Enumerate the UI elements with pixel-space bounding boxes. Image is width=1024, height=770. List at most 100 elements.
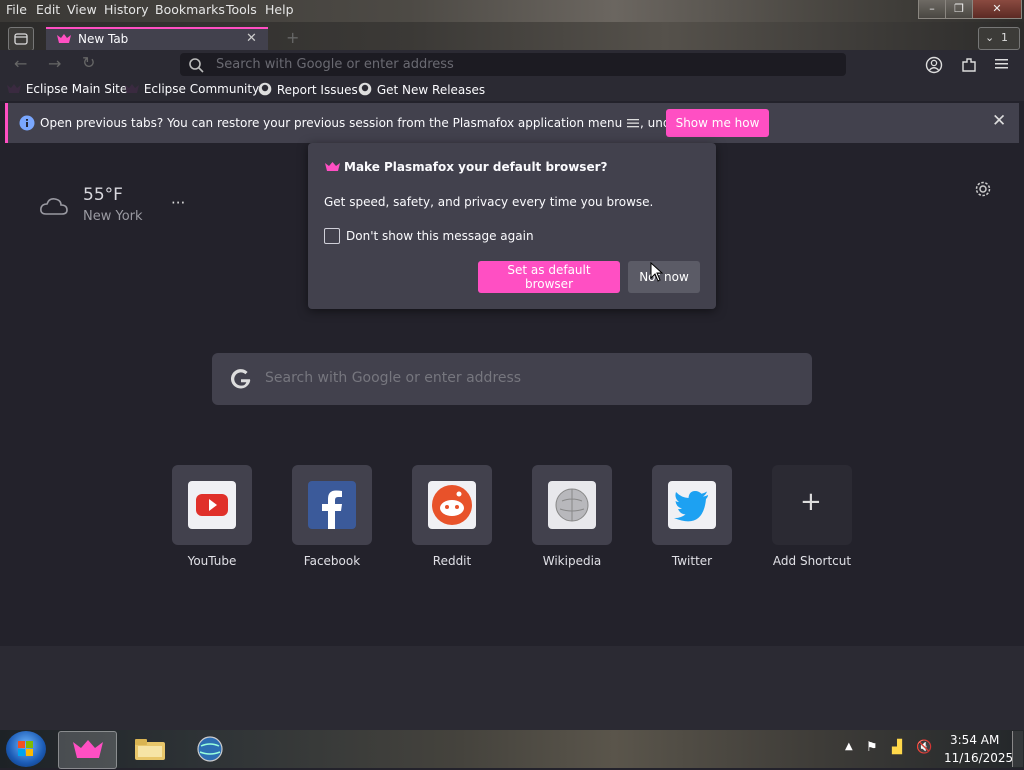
bookmark-label: Eclipse Community [143,82,260,96]
clock-time[interactable]: 3:54 AM [950,733,999,747]
menu-help[interactable]: Help [265,2,294,17]
firefox-view-icon [14,33,28,45]
wikipedia-icon [548,481,596,529]
google-search-box[interactable]: Search with Google or enter address [212,353,812,405]
volume-muted-icon[interactable]: 🔇 [916,740,932,755]
twitter-icon [668,481,716,529]
tab-count: 1 [1001,31,1008,44]
plasmafox-tab-icon [57,34,71,43]
gear-icon[interactable] [974,180,992,198]
globe-icon [197,736,223,762]
hamburger-menu-icon[interactable] [994,57,1010,71]
tab-close-icon[interactable]: ✕ [246,31,257,46]
mouse-cursor-icon [650,262,664,282]
bookmark-label: Get New Releases [376,83,486,97]
bookmark-label: Eclipse Main Site [25,82,128,96]
shortcut-youtube[interactable] [172,465,252,545]
network-alert-icon[interactable]: ▟ [892,740,902,755]
notification-text: Open previous tabs? You can restore your… [40,116,731,130]
shortcut-wikipedia[interactable] [532,465,612,545]
shortcut-reddit[interactable] [412,465,492,545]
bookmark-eclipse-community[interactable]: Eclipse Community [124,82,259,96]
taskbar-plasmafox[interactable] [58,731,117,769]
menu-file[interactable]: File [6,2,27,17]
menu-bookmarks[interactable]: Bookmarks [155,2,225,17]
shortcut-label-twitter: Twitter [671,554,713,568]
forward-icon[interactable]: → [48,54,61,73]
tray-expand-icon[interactable]: ▲ [845,741,853,752]
tab-new-tab[interactable]: New Tab ✕ [46,27,268,50]
shortcut-label-wikipedia: Wikipedia [542,554,602,568]
list-all-tabs-button[interactable]: ⌄ 1 [978,27,1020,50]
url-bar[interactable]: Search with Google or enter address [180,53,846,76]
cloud-icon [40,198,68,215]
menu-view[interactable]: View [67,2,97,17]
menu-history[interactable]: History [104,2,148,17]
menu-tools[interactable]: Tools [226,2,257,17]
weather-location: New York [83,209,143,224]
plasmafox-taskbar-icon [73,740,103,758]
reddit-icon [428,481,476,529]
bookmark-eclipse-main-site[interactable]: Eclipse Main Site [6,82,127,96]
taskbar-file-explorer[interactable] [128,731,172,767]
close-notification-icon[interactable]: ✕ [992,111,1006,131]
folder-icon [135,739,165,760]
shortcut-label-add: Add Shortcut [772,554,852,568]
firefox-view-button[interactable] [8,27,34,51]
action-center-alert-icon[interactable]: ⚑ [866,740,878,755]
extensions-icon[interactable] [960,56,978,74]
clock-date[interactable]: 11/16/2025 [944,751,1013,765]
search-icon [189,58,204,73]
show-me-how-button[interactable]: Show me how [666,109,769,137]
search-placeholder: Search with Google or enter address [265,370,522,386]
add-shortcut-button[interactable]: + [772,465,852,545]
bookmark-label: Report Issues [276,83,358,97]
shortcut-label-reddit: Reddit [432,554,472,568]
start-button[interactable] [6,731,46,767]
plus-icon: + [800,487,822,517]
taskbar-network-app[interactable] [190,731,232,767]
google-logo-icon [230,369,251,389]
show-desktop-button[interactable] [1012,731,1023,767]
url-bar-placeholder: Search with Google or enter address [216,57,454,72]
windows-logo-icon [18,741,33,756]
bookmark-report-issues[interactable]: Report Issues [258,82,358,97]
shortcut-label-youtube: YouTube [187,554,237,568]
bookmark-favicon-icon [125,84,139,93]
reload-icon[interactable]: ↻ [82,53,95,72]
not-now-button[interactable]: Not now [628,261,700,293]
shortcut-facebook[interactable] [292,465,372,545]
youtube-icon [188,481,236,529]
info-icon [19,115,35,131]
bookmark-get-new-releases[interactable]: Get New Releases [358,82,485,97]
github-icon [258,82,272,96]
notification-text-main: Open previous tabs? You can restore your… [40,116,623,130]
session-restore-notification: Open previous tabs? You can restore your… [5,103,1019,143]
account-icon[interactable] [925,56,943,74]
weather-temperature: 55°F [83,185,123,205]
shortcut-twitter[interactable] [652,465,732,545]
chevron-down-icon: ⌄ [985,31,995,44]
dont-show-checkbox-label[interactable]: Don't show this message again [346,229,534,243]
restore-button[interactable]: ❐ [945,0,973,19]
close-window-button[interactable]: ✕ [972,0,1022,19]
shortcut-label-facebook: Facebook [303,554,361,568]
minimize-button[interactable]: – [918,0,946,19]
github-icon [358,82,372,96]
set-default-browser-button[interactable]: Set as default browser [478,261,620,293]
hamburger-menu-icon [627,119,640,128]
page-footer-area [0,646,1024,730]
menu-edit[interactable]: Edit [36,2,60,17]
default-browser-dialog: Make Plasmafox your default browser? Get… [308,143,716,309]
dialog-body: Get speed, safety, and privacy every tim… [324,195,654,209]
dialog-title: Make Plasmafox your default browser? [344,160,608,174]
back-icon[interactable]: ← [14,54,27,73]
new-tab-button[interactable]: + [286,28,299,47]
plasmafox-logo-icon [325,162,340,171]
tab-title: New Tab [78,32,129,46]
menu-bar [0,0,1024,22]
facebook-icon [308,481,356,529]
dont-show-checkbox[interactable] [324,228,340,244]
weather-menu-icon[interactable]: ··· [171,194,185,212]
bookmark-favicon-icon [7,84,21,93]
